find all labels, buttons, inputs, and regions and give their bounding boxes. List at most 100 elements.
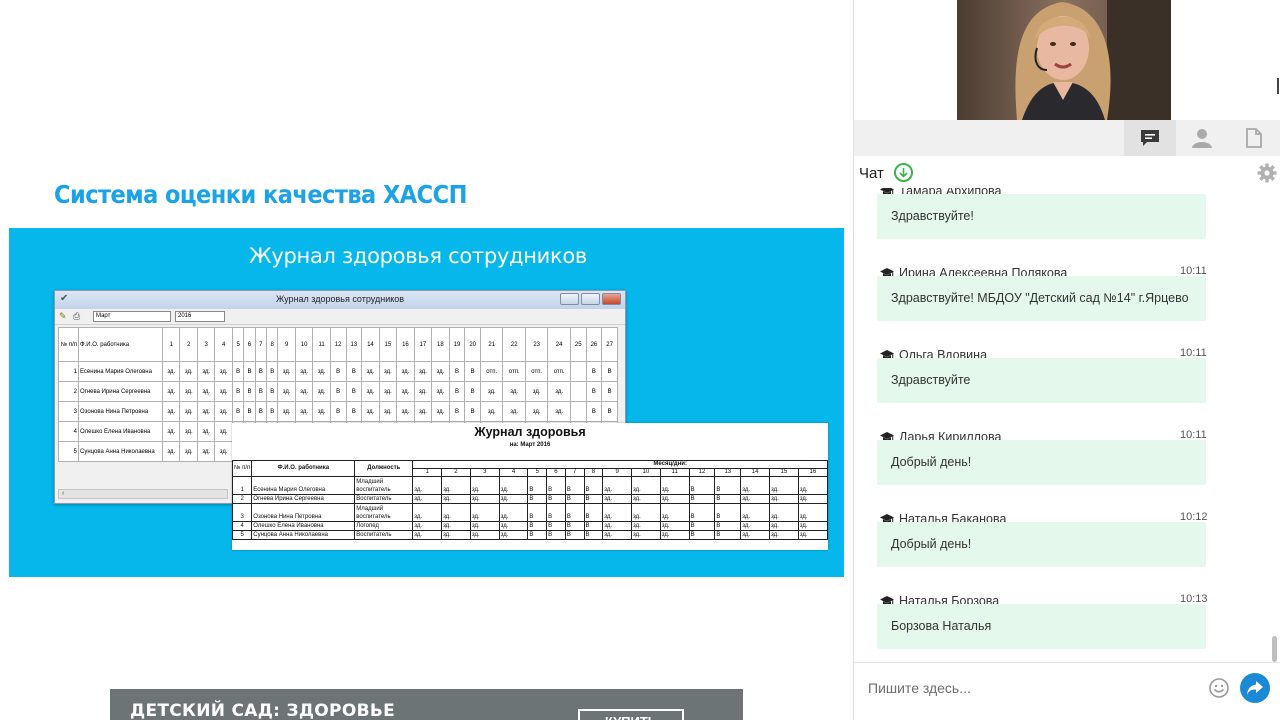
report-cell: В <box>546 476 566 495</box>
year-value: 2016 <box>178 313 192 319</box>
report-row: 4 Олешко Елена Ивановна Логопед зд. зд. зд. зд… <box>232 521 828 531</box>
table-row: 3 Озонова Нина Петровна зд. зд. зд. зд. В В В Взд… <box>58 401 618 422</box>
table-cell: зд. <box>431 401 450 422</box>
report-cell: зд. <box>631 530 661 540</box>
report-day-header: 11 <box>659 468 690 477</box>
emoji-button[interactable] <box>1208 677 1230 699</box>
day-header: 25 <box>569 327 587 362</box>
report-employee-name: Сунцова Анна Николаевна <box>251 530 356 540</box>
table-cell: зд. <box>294 361 314 382</box>
table-cell: зд. <box>294 401 314 422</box>
employee-name: Сунцова Анна Николаевна <box>78 441 163 462</box>
report-subtitle: на: Март 2016 <box>509 442 551 448</box>
software-titlebar: ✔ Журнал здоровья сотрудников <box>55 291 625 309</box>
report-position-line2: Воспитатель <box>356 496 392 502</box>
report-printout: Журнал здоровья на: Март 2016 № п/п Ф.И.О… <box>232 423 828 550</box>
report-cell: зд. <box>602 503 632 522</box>
report-cell: зд. <box>740 494 770 504</box>
software-window-title: Журнал здоровья сотрудников <box>275 294 405 304</box>
table-cell: В <box>464 361 481 382</box>
table-cell: В <box>231 361 245 382</box>
tab-files[interactable] <box>1228 120 1280 156</box>
report-col-month: Месяц/дни: <box>412 460 828 469</box>
send-button[interactable] <box>1240 673 1270 703</box>
table-cell: зд. <box>161 401 181 422</box>
table-cell: В <box>243 361 256 382</box>
table-cell: зд. <box>196 421 216 442</box>
employee-name: Есенина Мария Олеговна <box>78 361 163 382</box>
table-row: 1 Есенина Мария Олеговна зд. зд. зд. зд. В В В Вз… <box>58 361 618 382</box>
report-header-row: № п/п Ф.И.О. работника Должность Месяц/дни: <box>232 460 828 477</box>
report-col-name: Ф.И.О. работника <box>251 460 356 477</box>
day-header: 8 <box>265 327 279 362</box>
report-row: 1 Есенина Мария Олеговна Младший воспитател… <box>232 476 828 495</box>
chat-settings-button[interactable] <box>1256 162 1278 184</box>
chat-message-input[interactable] <box>868 677 1198 699</box>
chat-input-area <box>854 662 1280 720</box>
report-cell: зд. <box>441 503 471 522</box>
report-position-line1: Младший <box>356 478 384 485</box>
report-position: Воспитатель <box>354 530 414 540</box>
report-cell: В <box>688 503 716 522</box>
report-cell: зд. <box>441 521 471 531</box>
buy-button[interactable]: КУПИТЬ <box>578 709 684 720</box>
tab-chat[interactable] <box>1124 120 1176 156</box>
table-cell: зд. <box>361 361 380 382</box>
report-cell: В <box>546 494 566 504</box>
table-cell: зд. <box>502 401 526 422</box>
report-cell: зд. <box>498 494 529 504</box>
day-header: 26 <box>585 327 603 362</box>
table-cell: В <box>585 361 603 382</box>
table-cell: зд. <box>547 381 571 402</box>
table-cell: В <box>345 381 363 402</box>
report-day-header: 14 <box>740 468 770 477</box>
table-cell: зд. <box>196 381 216 402</box>
report-cell: зд. <box>740 476 770 495</box>
day-header: 20 <box>464 327 481 362</box>
chat-messages[interactable]: Тамара Архипова Здравствуйте! Ирина Алексе… <box>854 188 1280 662</box>
report-cell: зд. <box>412 494 443 504</box>
message-bubble: Здравствуйте! <box>877 194 1206 239</box>
report-day-header: 6 <box>546 468 566 477</box>
month-select: Март <box>93 311 171 322</box>
report-cell: зд. <box>412 476 443 495</box>
day-header: 19 <box>448 327 466 362</box>
report-cell: зд. <box>441 530 471 540</box>
day-header: 15 <box>378 327 398 362</box>
table-cell: В <box>585 401 603 422</box>
report-cell: В <box>564 521 585 531</box>
report-cell: зд. <box>469 530 500 540</box>
report-day-header: 3 <box>469 468 500 477</box>
table-cell: зд. <box>179 381 198 402</box>
software-hscroll: ‹ <box>58 489 228 499</box>
tab-participants[interactable] <box>1176 120 1228 156</box>
report-row-number: 3 <box>232 503 253 522</box>
report-position: Воспитатель <box>354 494 414 504</box>
presenter-video <box>957 0 1171 120</box>
edge-cursor-mark <box>1277 78 1279 94</box>
report-cell: зд. <box>797 503 828 522</box>
report-day-header: 7 <box>564 468 585 477</box>
report-cell: В <box>714 530 742 540</box>
table-cell <box>569 381 587 402</box>
report-cell: зд. <box>498 521 529 531</box>
table-cell: В <box>231 381 245 402</box>
table-cell: зд. <box>361 401 380 422</box>
report-row: 5 Сунцова Анна Николаевна Воспитатель зд. зд… <box>232 530 828 540</box>
report-cell: зд. <box>412 503 443 522</box>
chat-download-button[interactable] <box>894 163 913 182</box>
table-cell: зд. <box>431 381 450 402</box>
report-cell: зд. <box>659 476 690 495</box>
day-header: 6 <box>243 327 256 362</box>
month-value: Март <box>96 313 111 319</box>
report-day-header: 8 <box>583 468 604 477</box>
report-cell: В <box>583 530 604 540</box>
chat-scrollbar[interactable] <box>1272 636 1277 662</box>
table-cell: зд. <box>161 441 181 462</box>
report-cell: зд. <box>797 521 828 531</box>
ad-banner[interactable]: ДЕТСКИЙ САД: ЗДОРОВЬЕ КУПИТЬ <box>110 689 743 720</box>
message-bubble: Здравствуйте! МБДОУ "Детский сад №14" г.… <box>877 276 1206 321</box>
report-cell: В <box>564 503 585 522</box>
report-cell: В <box>583 494 604 504</box>
table-cell <box>569 361 587 382</box>
